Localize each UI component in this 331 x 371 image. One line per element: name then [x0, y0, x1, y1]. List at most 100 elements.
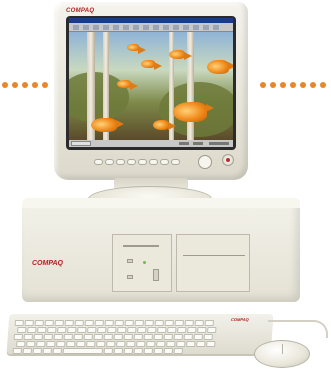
keyboard-key	[144, 320, 154, 326]
keyboard-key	[56, 341, 66, 347]
keyboard-key	[183, 334, 193, 340]
forest-goldfish-wallpaper	[69, 32, 233, 140]
keyboard-key	[57, 327, 67, 333]
monitor-control-button	[127, 159, 136, 165]
keyboard-key	[163, 334, 173, 340]
crt-monitor: COMPAQ	[54, 2, 248, 180]
dot	[320, 82, 326, 88]
monitor-control-button	[116, 159, 125, 165]
start-button	[71, 141, 91, 146]
keyboard-key	[47, 327, 57, 333]
dot	[290, 82, 296, 88]
keyboard-key	[22, 348, 33, 354]
keyboard-key	[43, 334, 53, 340]
keyboard-key	[94, 320, 104, 326]
desktop-base-unit: COMPAQ	[22, 198, 300, 302]
keyboard-key	[37, 327, 47, 333]
keyboard-key	[83, 334, 93, 340]
toolbar-button	[133, 25, 139, 30]
keyboard-key	[77, 327, 87, 333]
dot	[270, 82, 276, 88]
keyboard-key	[137, 327, 147, 333]
keyboard-key	[126, 341, 136, 347]
monitor-control-buttons	[94, 159, 194, 167]
keyboard-key	[32, 348, 43, 354]
keyboard-key	[167, 327, 177, 333]
keyboard-key	[33, 334, 43, 340]
keyboard-key	[164, 320, 174, 326]
keyboard-key	[13, 334, 23, 340]
keyboard-key	[153, 334, 163, 340]
keyboard-key	[12, 348, 23, 354]
taskbar-item	[179, 142, 189, 145]
base-unit-brand-label: COMPAQ	[32, 260, 63, 267]
keyboard-key	[24, 320, 34, 326]
keyboard-key	[86, 341, 96, 347]
monitor-control-button	[171, 159, 180, 165]
monitor-control-button	[149, 159, 158, 165]
toolbar-button	[83, 25, 89, 30]
goldfish	[153, 120, 176, 130]
keyboard-key	[74, 320, 84, 326]
keyboard-key	[44, 320, 54, 326]
dot	[310, 82, 316, 88]
toolbar-button	[153, 25, 159, 30]
keyboard-key	[34, 320, 44, 326]
goldfish	[91, 118, 124, 132]
goldfish	[173, 102, 214, 122]
goldfish	[207, 60, 233, 74]
keyboard-key	[103, 334, 113, 340]
keyboard-key	[106, 341, 116, 347]
keyboard-key	[173, 348, 184, 354]
cd-drive-bay	[176, 234, 250, 292]
goldfish	[117, 80, 138, 90]
toolbar-button	[183, 25, 189, 30]
keyboard-key	[146, 341, 156, 347]
keyboard-key	[66, 341, 76, 347]
keyboard-key	[36, 341, 46, 347]
keyboard-key	[134, 320, 144, 326]
keyboard-key	[177, 327, 187, 333]
keyboard-key	[67, 327, 77, 333]
mouse-button-split	[282, 344, 283, 354]
keyboard-key	[97, 327, 107, 333]
dot	[22, 82, 28, 88]
toolbar-button	[193, 25, 199, 30]
compaq-logo-badge-icon	[222, 154, 234, 166]
keyboard-key	[116, 341, 126, 347]
keyboard-key	[103, 348, 114, 354]
keyboard-key	[143, 334, 153, 340]
keyboard-key	[107, 327, 117, 333]
keyboard-key	[54, 320, 64, 326]
keyboard-key	[156, 341, 166, 347]
keyboard-key	[96, 341, 106, 347]
cd-tray-line	[183, 255, 245, 256]
dot	[42, 82, 48, 88]
monitor-brand-label: COMPAQ	[66, 8, 95, 14]
dot	[260, 82, 266, 88]
toolbar-button	[113, 25, 119, 30]
taskbar	[69, 140, 233, 147]
keyboard-key	[194, 320, 204, 326]
keyboard-key	[64, 320, 74, 326]
goldfish	[169, 50, 192, 60]
keyboard-key	[153, 348, 164, 354]
keyboard-key	[166, 341, 176, 347]
dot	[2, 82, 8, 88]
keyboard-key	[193, 334, 203, 340]
keyboard-key	[197, 327, 207, 333]
keyboard-key	[196, 341, 206, 347]
monitor-control-button	[160, 159, 169, 165]
keyboard-key	[157, 327, 167, 333]
screen-bezel	[66, 16, 236, 150]
mouse-cable	[268, 320, 328, 338]
keyboard-key	[136, 341, 146, 347]
keyboard-key	[143, 348, 154, 354]
eject-button	[153, 269, 159, 281]
keyboard-key	[123, 334, 133, 340]
keyboard-key	[173, 334, 183, 340]
monitor-control-button	[94, 159, 103, 165]
keyboard-key	[184, 320, 194, 326]
keyboard-key	[52, 348, 63, 354]
keyboard-key	[154, 320, 164, 326]
